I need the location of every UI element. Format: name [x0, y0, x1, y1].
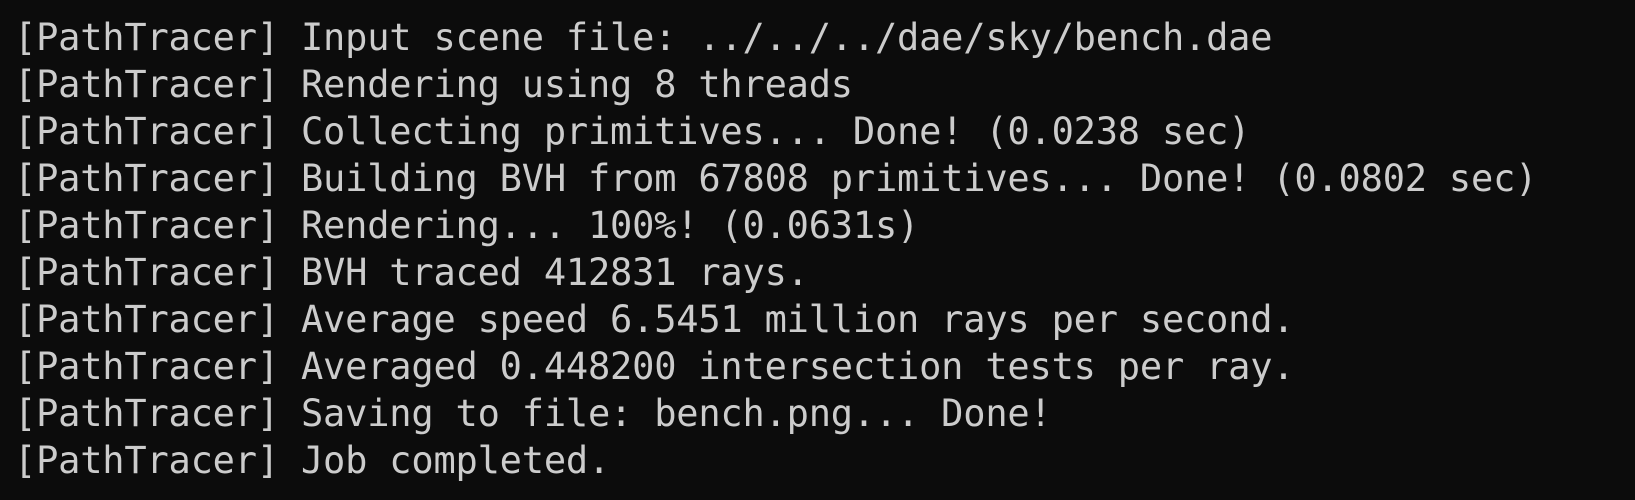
output-line-building-bvh: [PathTracer] Building BVH from 67808 pri… [14, 157, 1538, 200]
output-line-rays-traced: [PathTracer] BVH traced 412831 rays. [14, 251, 809, 294]
output-line-input-scene: [PathTracer] Input scene file: ../../../… [14, 16, 1273, 59]
output-line-saving-file: [PathTracer] Saving to file: bench.png..… [14, 392, 1052, 435]
output-line-threads: [PathTracer] Rendering using 8 threads [14, 63, 853, 106]
output-line-collecting-primitives: [PathTracer] Collecting primitives... Do… [14, 110, 1251, 153]
output-line-intersection-tests: [PathTracer] Averaged 0.448200 intersect… [14, 345, 1295, 388]
output-line-rendering-progress: [PathTracer] Rendering... 100%! (0.0631s… [14, 204, 920, 247]
output-line-average-speed: [PathTracer] Average speed 6.5451 millio… [14, 298, 1295, 341]
terminal-output[interactable]: [PathTracer] Input scene file: ../../../… [0, 0, 1635, 500]
output-line-job-completed: [PathTracer] Job completed. [14, 439, 611, 482]
